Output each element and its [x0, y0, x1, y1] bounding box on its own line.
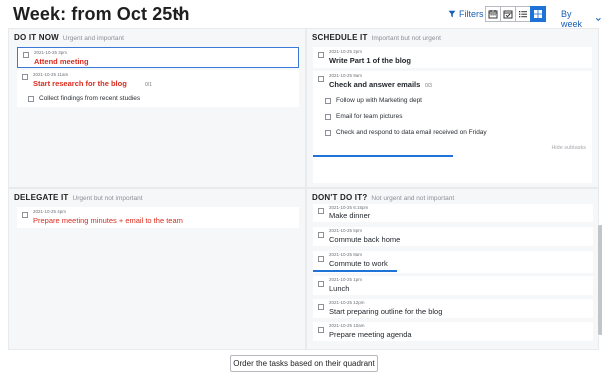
calendar-view-button[interactable] [485, 6, 501, 22]
order-tasks-button[interactable]: Order the tasks based on their quadrant [230, 355, 378, 372]
task-card[interactable]: 2021-10-25 2pm Write Part 1 of the blog [313, 47, 592, 68]
view-switcher [485, 6, 546, 22]
task-checkbox[interactable] [22, 212, 28, 218]
task-card[interactable]: 2021-10-25 10am Prepare meeting agenda [313, 322, 593, 341]
quadrant-title: SCHEDULE IT [312, 33, 368, 42]
task-card[interactable]: 2021-10-25 11am Start research for the b… [17, 70, 299, 107]
quadrant-schedule-it: SCHEDULE IT Important but not urgent 202… [307, 29, 598, 187]
task-progress-bar [313, 270, 593, 272]
task-checkbox[interactable] [318, 256, 324, 262]
task-checkbox[interactable] [318, 232, 324, 238]
task-name: Write Part 1 of the blog [329, 56, 411, 65]
quadrant-delegate-it: DELEGATE IT Urgent but not important 202… [9, 189, 305, 349]
task-card[interactable]: 2021-10-25 4pm Prepare meeting minutes +… [17, 207, 299, 228]
subtask-count: 0/1 [145, 82, 152, 88]
task-date: 2021-10-25 2pm [329, 49, 363, 54]
task-card[interactable]: 2021-10-25 1pm Lunch [313, 276, 593, 295]
filter-icon [448, 10, 456, 18]
subtask-label: Email for team pictures [336, 113, 403, 120]
grid-view-icon [534, 10, 542, 18]
period-dropdown[interactable]: By week [561, 9, 602, 29]
task-name: Attend meeting [34, 57, 89, 66]
task-date: 2021-10-25 4pm [33, 209, 67, 214]
calendar-view-icon [488, 10, 498, 19]
quadrant-subtitle: Urgent and important [62, 35, 124, 42]
task-name: Start research for the blog [33, 79, 127, 88]
list-view-button[interactable] [515, 6, 531, 22]
task-name: Commute back home [329, 235, 401, 244]
period-label: By week [561, 9, 583, 29]
task-date: 2021-10-25 8am [329, 252, 363, 257]
task-card[interactable]: 2021-10-25 5pm Commute back home [313, 227, 593, 246]
page-title: Week: from Oct 25th [13, 4, 190, 24]
task-name: Make dinner [329, 211, 371, 220]
chevron-down-icon [596, 17, 602, 21]
task-name: Prepare meeting agenda [329, 330, 412, 339]
task-checkbox[interactable] [23, 52, 29, 58]
filters-label: Filters [459, 9, 484, 19]
quadrant-header: SCHEDULE IT Important but not urgent [312, 33, 441, 42]
grid-view-button[interactable] [530, 6, 546, 22]
task-card[interactable]: 2021-10-25 12pm Start preparing outline … [313, 299, 593, 318]
task-checkbox[interactable] [318, 304, 324, 310]
list-view-icon [519, 11, 527, 18]
quadrant-subtitle: Not urgent and not important [371, 195, 455, 202]
quadrant-subtitle: Urgent but not important [72, 195, 143, 202]
task-date: 2021-10-25 9am [329, 73, 363, 78]
task-name: Commute to work [329, 259, 388, 268]
quadrant-header: DON'T DO IT? Not urgent and not importan… [312, 193, 454, 202]
hide-subtasks-link[interactable]: Hide subtasks [551, 145, 586, 151]
task-date: 2021-10-25 6:15pm [329, 205, 369, 210]
task-card[interactable]: 2021-10-25 6:15pm Make dinner [313, 204, 593, 222]
task-progress-fill [313, 155, 453, 157]
chevron-down-icon[interactable] [175, 9, 185, 19]
quadrant-header: DO IT NOW Urgent and important [14, 33, 124, 42]
top-bar: Week: from Oct 25th Filters By week [0, 0, 602, 30]
quadrant-subtitle: Important but not urgent [371, 35, 441, 42]
task-date: 2021-10-25 5pm [329, 228, 363, 233]
quadrant-title: DON'T DO IT? [312, 193, 368, 202]
task-name: Start preparing outline for the blog [329, 307, 443, 316]
task-card[interactable]: 2021-10-25 3pm Attend meeting [17, 47, 299, 68]
task-date: 2021-10-25 11am [33, 72, 69, 77]
task-checkbox[interactable] [22, 74, 28, 80]
quadrant-title: DELEGATE IT [14, 193, 69, 202]
subtask-checkbox[interactable] [325, 130, 331, 136]
task-checkbox[interactable] [318, 281, 324, 287]
task-card[interactable]: 2021-10-25 9am Check and answer emails 0… [313, 71, 592, 183]
subtask-label: Collect findings from recent studies [39, 95, 141, 102]
calendar-check-view-icon [503, 10, 513, 19]
task-date: 2021-10-25 10am [329, 323, 365, 328]
task-name: Prepare meeting minutes + email to the t… [33, 216, 183, 225]
task-checkbox[interactable] [318, 208, 324, 214]
subtask-checkbox[interactable] [28, 96, 34, 102]
task-name: Check and answer emails [329, 80, 421, 89]
task-date: 2021-10-25 3pm [34, 50, 68, 55]
quadrant-dont-do-it: DON'T DO IT? Not urgent and not importan… [307, 189, 602, 349]
quadrant-header: DELEGATE IT Urgent but not important [14, 193, 143, 202]
task-progress-bar [313, 155, 592, 157]
quadrant-do-it-now: DO IT NOW Urgent and important 2021-10-2… [9, 29, 305, 187]
subtask-count: 0/3 [425, 83, 432, 89]
task-progress-fill [313, 270, 397, 272]
subtask-label: Follow up with Marketing dept [336, 97, 422, 104]
task-checkbox[interactable] [318, 76, 324, 82]
filters-button[interactable]: Filters [448, 9, 484, 19]
calendar-check-view-button[interactable] [500, 6, 516, 22]
task-date: 2021-10-25 12pm [329, 300, 365, 305]
task-card[interactable]: 2021-10-25 8am Commute to work [313, 251, 593, 273]
task-date: 2021-10-25 1pm [329, 277, 363, 282]
subtask-label: Check and respond to data email received… [336, 129, 487, 136]
task-checkbox[interactable] [318, 52, 324, 58]
task-checkbox[interactable] [318, 327, 324, 333]
task-name: Lunch [329, 284, 350, 293]
subtask-checkbox[interactable] [325, 98, 331, 104]
eisenhower-board: DO IT NOW Urgent and important 2021-10-2… [8, 28, 602, 350]
quadrant-title: DO IT NOW [14, 33, 59, 42]
subtask-checkbox[interactable] [325, 114, 331, 120]
quadrant-scrollbar[interactable] [598, 225, 602, 335]
